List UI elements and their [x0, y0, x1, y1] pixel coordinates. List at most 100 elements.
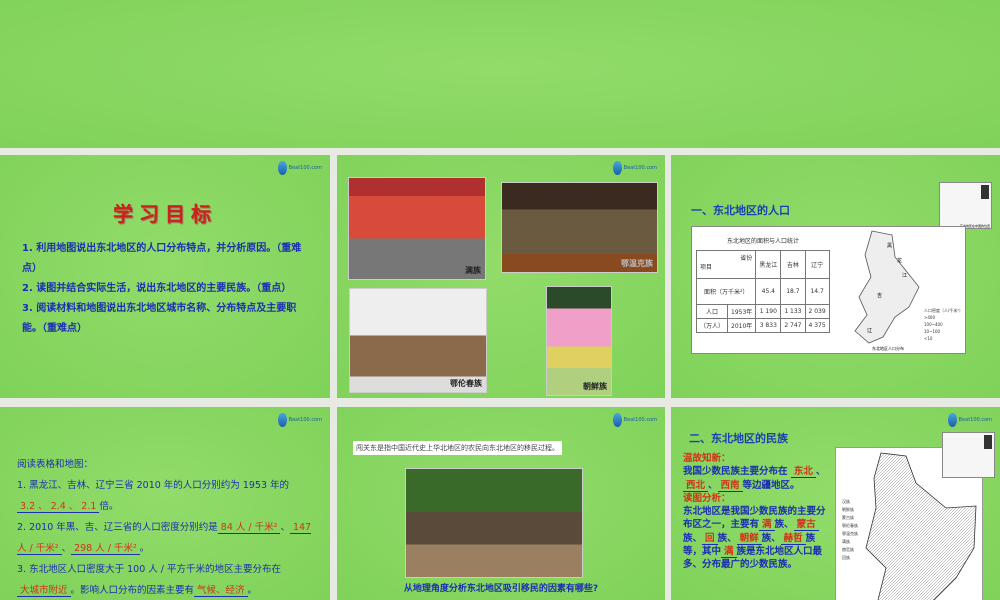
- ewenki-photo: 鄂温克族: [501, 182, 658, 273]
- goal-item: 3. 阅读材料和地图说出东北地区城市名称、分布特点及主要职能。（重难点）: [22, 303, 297, 334]
- logo-text: Beat100.com: [288, 416, 322, 423]
- question-text: 1. 黑龙江、吉林、辽宁三省 2010 年的人口分别约为 1953 年的: [17, 480, 290, 491]
- section-heading: 一、东北地区的人口: [691, 204, 790, 217]
- legend-item: 鄂温克族: [842, 531, 858, 536]
- answer-text: 西南: [717, 479, 743, 492]
- question-list: 阅读表格和地图： 1. 黑龙江、吉林、辽宁三省 2010 年的人口分别约为 19…: [17, 454, 322, 600]
- row-label: （万人）: [695, 318, 729, 333]
- map-label: 吉: [877, 292, 882, 299]
- table-cell: 4 375: [804, 318, 830, 333]
- table-cell: 2 747: [780, 318, 806, 333]
- question-text: 3. 东北地区人口密度大于 100 人 / 平方千米的地区主要分布在: [17, 564, 281, 575]
- answer-text: 气候、经济: [194, 585, 248, 597]
- map-caption: 东北地区人口分布: [872, 346, 904, 351]
- slide-thumbnail-ethnic-groups[interactable]: Beat100.com 二、东北地区的民族 温故知新： 我国少数民族主要分布在 …: [671, 407, 1000, 600]
- section-heading: 二、东北地区的民族: [689, 432, 788, 445]
- table-header-row: 省份 项目 黑龙江 吉林 辽宁: [695, 250, 830, 279]
- legend-item: 鄂伦春族: [842, 523, 858, 528]
- slide-title: 学习目标: [113, 202, 217, 226]
- logo-globe-icon: [613, 161, 622, 175]
- table-cell: 45.4: [755, 278, 782, 305]
- map-label: 辽: [867, 327, 872, 334]
- logo-text: Beat100.com: [623, 164, 657, 171]
- map-label: 龙: [897, 257, 902, 264]
- logo-text: Beat100.com: [288, 164, 322, 171]
- goal-item: 1. 利用地图说出东北地区的人口分布特点，并分析原因。（重难点）: [22, 243, 302, 274]
- legend-item: 赫哲族: [842, 547, 854, 552]
- review-label: 温故知新：: [683, 453, 731, 464]
- table-row: 面积（万千米²） 45.4 18.7 14.7: [695, 278, 830, 305]
- table-title: 东北地区的面积与人口统计: [727, 238, 800, 245]
- answer-text: 满: [721, 546, 737, 559]
- table-cell: 2 039: [804, 304, 830, 319]
- slide-thumbnail-learning-goals[interactable]: Beat100.com 学习目标 1. 利用地图说出东北地区的人口分布特点，并分…: [0, 155, 330, 398]
- answer-text: 赫哲: [780, 532, 806, 545]
- china-location-inset-map: [942, 432, 995, 478]
- question-text: 2. 2010 年黑、吉、辽三省的人口密度分别约是: [17, 522, 218, 533]
- logo-text: Beat100.com: [958, 416, 992, 423]
- oroqen-photo: 鄂伦春族: [349, 288, 487, 393]
- slide-thumbnail-population[interactable]: 东北地区在中国的位置 一、东北地区的人口 东北地区的面积与人口统计 省份 项目 黑龙…: [671, 155, 1000, 398]
- body-text: 等边疆地区。: [742, 479, 800, 491]
- answer-text: 东北: [790, 466, 816, 479]
- legend-item: 100~400: [924, 322, 943, 327]
- ethnic-legend: 汉族 朝鲜族 蒙古族 鄂伦春族 鄂温克族 满族 赫哲族 回族: [842, 498, 858, 562]
- row-label: 面积（万千米²）: [695, 278, 757, 305]
- answer-text: 3.2 、 2.4 、 2.1: [17, 501, 100, 513]
- population-figure: 东北地区的面积与人口统计 省份 项目 黑龙江 吉林 辽宁 面积（万千米²） 45.4 18.…: [691, 226, 966, 354]
- table-cell: 14.7: [804, 278, 830, 305]
- legend-item: 回族: [842, 555, 850, 560]
- legend-item: >400: [924, 315, 935, 320]
- china-location-inset-map: 东北地区在中国的位置: [939, 182, 992, 229]
- answer-text: 回: [702, 532, 718, 545]
- logo-globe-icon: [278, 161, 287, 175]
- header-corner-cell: 省份 项目: [695, 250, 757, 279]
- slide-thumbnail-ethnic-photos[interactable]: Beat100.com 满族 鄂温克族 鄂伦春族 朝鲜族: [337, 155, 665, 398]
- answer-text: 298 人 / 千米²: [71, 543, 140, 555]
- analysis-label: 读图分析：: [683, 492, 731, 504]
- slide-thumbnail-migration[interactable]: Beat100.com 闯关东是指中国近代史上华北地区的农民向东北地区的移民过程…: [337, 407, 665, 600]
- answer-text: 满: [759, 519, 775, 532]
- statue-photo: [405, 468, 583, 578]
- table-cell: 1 190: [755, 304, 782, 319]
- body-text: 等，其中: [683, 546, 722, 558]
- ethnic-text-block: 温故知新： 我国少数民族主要分布在 东北 、西北、西南 等边疆地区。 读图分析： 东…: [683, 452, 828, 572]
- population-table: 省份 项目 黑龙江 吉林 辽宁 面积（万千米²） 45.4 18.7 14.7 人口 1953年…: [695, 250, 830, 333]
- analysis-paragraph: 东北地区是我国少数民族的主要分布区之一，主要有满族、 蒙古族、回族、 朝鲜 族、 赫哲族…: [683, 506, 826, 571]
- question-text: 倍。: [99, 501, 119, 512]
- review-paragraph: 我国少数民族主要分布在 东北 、西北、西南 等边疆地区。: [683, 466, 826, 492]
- legend-item: 满族: [842, 539, 850, 544]
- row-label: 人口: [695, 304, 729, 319]
- legend-item: 10~100: [924, 329, 941, 334]
- photo-caption: 鄂温克族: [621, 259, 653, 268]
- photo-caption: 鄂伦春族: [450, 379, 482, 388]
- body-text: 我国少数民族主要分布在: [683, 466, 788, 478]
- logo-globe-icon: [613, 413, 622, 427]
- logo: Beat100.com: [613, 161, 657, 175]
- table-row: 人口 1953年 1 190 1 133 2 039: [695, 304, 830, 319]
- answer-text: 蒙古: [793, 519, 819, 532]
- logo: Beat100.com: [278, 161, 322, 175]
- question-text: 从地理角度分析东北地区吸引移民的因素有哪些?: [403, 584, 599, 594]
- body-text: 族: [683, 532, 693, 544]
- row-year: 2010年: [727, 318, 757, 333]
- question-item: 1. 黑龙江、吉林、辽宁三省 2010 年的人口分别约为 1953 年的 3.2 …: [17, 475, 322, 517]
- photo-caption: 满族: [465, 266, 481, 275]
- legend-item: <10: [924, 336, 933, 341]
- logo: Beat100.com: [278, 413, 322, 427]
- slide-thumbnail-reading-questions[interactable]: Beat100.com 阅读表格和地图： 1. 黑龙江、吉林、辽宁三省 2010…: [0, 407, 330, 600]
- body-text: 族: [805, 532, 816, 544]
- table-cell: 3 833: [755, 318, 782, 333]
- question-item: 2. 2010 年黑、吉、辽三省的人口密度分别约是 84 人 / 千米²、 147 …: [17, 522, 312, 555]
- logo: Beat100.com: [948, 413, 992, 427]
- previous-slide-thumbnail[interactable]: [0, 0, 1000, 148]
- logo-globe-icon: [948, 413, 957, 427]
- answer-text: 大城市附近: [17, 585, 71, 597]
- answer-text: 朝鲜: [736, 532, 762, 545]
- table-cell: 18.7: [780, 278, 806, 305]
- column-header: 黑龙江: [755, 250, 782, 279]
- intro-text: 阅读表格和地图：: [17, 459, 94, 470]
- goal-item: 2. 读图并结合实际生活，说出东北地区的主要民族。（重点）: [22, 283, 292, 294]
- header-province-label: 省份: [740, 255, 753, 262]
- logo: Beat100.com: [613, 413, 657, 427]
